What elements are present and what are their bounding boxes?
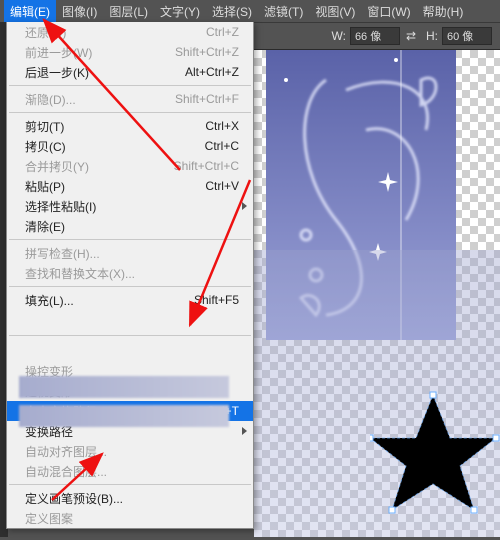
menu-item-label: 拼写检查(H)... — [25, 245, 100, 262]
menu-item-8[interactable]: 帮助(H) — [417, 0, 470, 23]
menu-item-label: 定义图案 — [25, 510, 73, 527]
menu-separator — [9, 239, 251, 240]
menu-item-label: 查找和替换文本(X)... — [25, 265, 135, 282]
menu-item-27[interactable]: 定义画笔预设(B)... — [7, 488, 253, 508]
censored-region — [19, 405, 229, 427]
menu-item-label: 合并拷贝(Y) — [25, 158, 89, 175]
link-icon[interactable]: ⇄ — [406, 29, 416, 43]
path-star-shape[interactable] — [370, 390, 500, 540]
censored-region — [19, 376, 229, 398]
width-label: W: — [331, 29, 345, 43]
menu-item-label: 拷贝(C) — [25, 138, 66, 155]
menu-item-shortcut: Shift+Ctrl+C — [174, 159, 239, 173]
menu-item-shortcut: Ctrl+C — [205, 139, 239, 153]
menu-item-shortcut: Shift+Ctrl+F — [175, 92, 239, 106]
width-input[interactable]: 66 像 — [350, 27, 400, 45]
menu-separator — [9, 85, 251, 86]
chevron-right-icon — [242, 427, 247, 435]
menu-item-shortcut: Shift+Ctrl+Z — [175, 45, 239, 59]
height-input[interactable]: 60 像 — [442, 27, 492, 45]
menu-item-7[interactable]: 窗口(W) — [361, 0, 416, 23]
menu-item-11[interactable]: 清除(E) — [7, 216, 253, 236]
menu-separator — [9, 484, 251, 485]
menu-item-0: 还原(O) Ctrl+Z — [7, 22, 253, 42]
menu-item-3[interactable]: 文字(Y) — [154, 0, 206, 23]
menu-item-8: 合并拷贝(Y) Shift+Ctrl+C — [7, 156, 253, 176]
menu-item-6[interactable]: 视图(V) — [309, 0, 361, 23]
menu-item-shortcut: Ctrl+X — [205, 119, 239, 133]
menu-item-label: 填充(L)... — [25, 292, 74, 309]
menu-item-9[interactable]: 粘贴(P) Ctrl+V — [7, 176, 253, 196]
menu-item-28: 定义图案 — [7, 508, 253, 528]
menu-item-7[interactable]: 拷贝(C) Ctrl+C — [7, 136, 253, 156]
menu-item-shortcut: Ctrl+Z — [206, 25, 239, 39]
menu-item-24: 自动对齐图层... — [7, 441, 253, 461]
menu-item-label: 清除(E) — [25, 218, 65, 235]
menu-item-25: 自动混合图层... — [7, 461, 253, 481]
menu-item-label: 自动混合图层... — [25, 463, 107, 480]
width-field: W: 66 像 — [327, 27, 399, 45]
menubar: 编辑(E)图像(I)图层(L)文字(Y)选择(S)滤镜(T)视图(V)窗口(W)… — [0, 0, 500, 22]
menu-item-label: 定义画笔预设(B)... — [25, 490, 123, 507]
edit-menu-dropdown: 还原(O) Ctrl+Z 前进一步(W) Shift+Ctrl+Z 后退一步(K) Alt… — [6, 22, 254, 529]
menu-item-shortcut: Ctrl+V — [205, 179, 239, 193]
menu-item-label: 后退一步(K) — [25, 64, 89, 81]
menu-item-label: 选择性粘贴(I) — [25, 198, 96, 215]
menu-item-4[interactable]: 选择(S) — [206, 0, 258, 23]
menu-item-5[interactable]: 滤镜(T) — [258, 0, 309, 23]
menu-item-label: 粘贴(P) — [25, 178, 65, 195]
menu-item-label: 前进一步(W) — [25, 44, 92, 61]
menu-item-1[interactable]: 图像(I) — [56, 0, 103, 23]
menu-item-14: 查找和替换文本(X)... — [7, 263, 253, 283]
menu-item-16[interactable]: 填充(L)... Shift+F5 — [7, 290, 253, 310]
menu-separator — [9, 286, 251, 287]
height-field: H: 60 像 — [422, 27, 492, 45]
menu-separator — [9, 112, 251, 113]
menu-item-13: 拼写检查(H)... — [7, 243, 253, 263]
height-label: H: — [426, 29, 438, 43]
chevron-right-icon — [242, 202, 247, 210]
menu-item-1: 前进一步(W) Shift+Ctrl+Z — [7, 42, 253, 62]
menu-item-2[interactable]: 后退一步(K) Alt+Ctrl+Z — [7, 62, 253, 82]
menu-item-shortcut: Shift+F5 — [194, 293, 239, 307]
menu-separator — [9, 335, 251, 336]
menu-item-10[interactable]: 选择性粘贴(I) — [7, 196, 253, 216]
menu-item-0[interactable]: 编辑(E) — [4, 0, 56, 23]
menu-item-label: 剪切(T) — [25, 118, 64, 135]
menu-item-2[interactable]: 图层(L) — [103, 0, 154, 23]
menu-item-label: 还原(O) — [25, 24, 66, 41]
menu-item-4: 渐隐(D)... Shift+Ctrl+F — [7, 89, 253, 109]
menu-item-label: 自动对齐图层... — [25, 443, 107, 460]
menu-item-6[interactable]: 剪切(T) Ctrl+X — [7, 116, 253, 136]
menu-item-label: 渐隐(D)... — [25, 91, 76, 108]
menu-item-shortcut: Alt+Ctrl+Z — [185, 65, 239, 79]
